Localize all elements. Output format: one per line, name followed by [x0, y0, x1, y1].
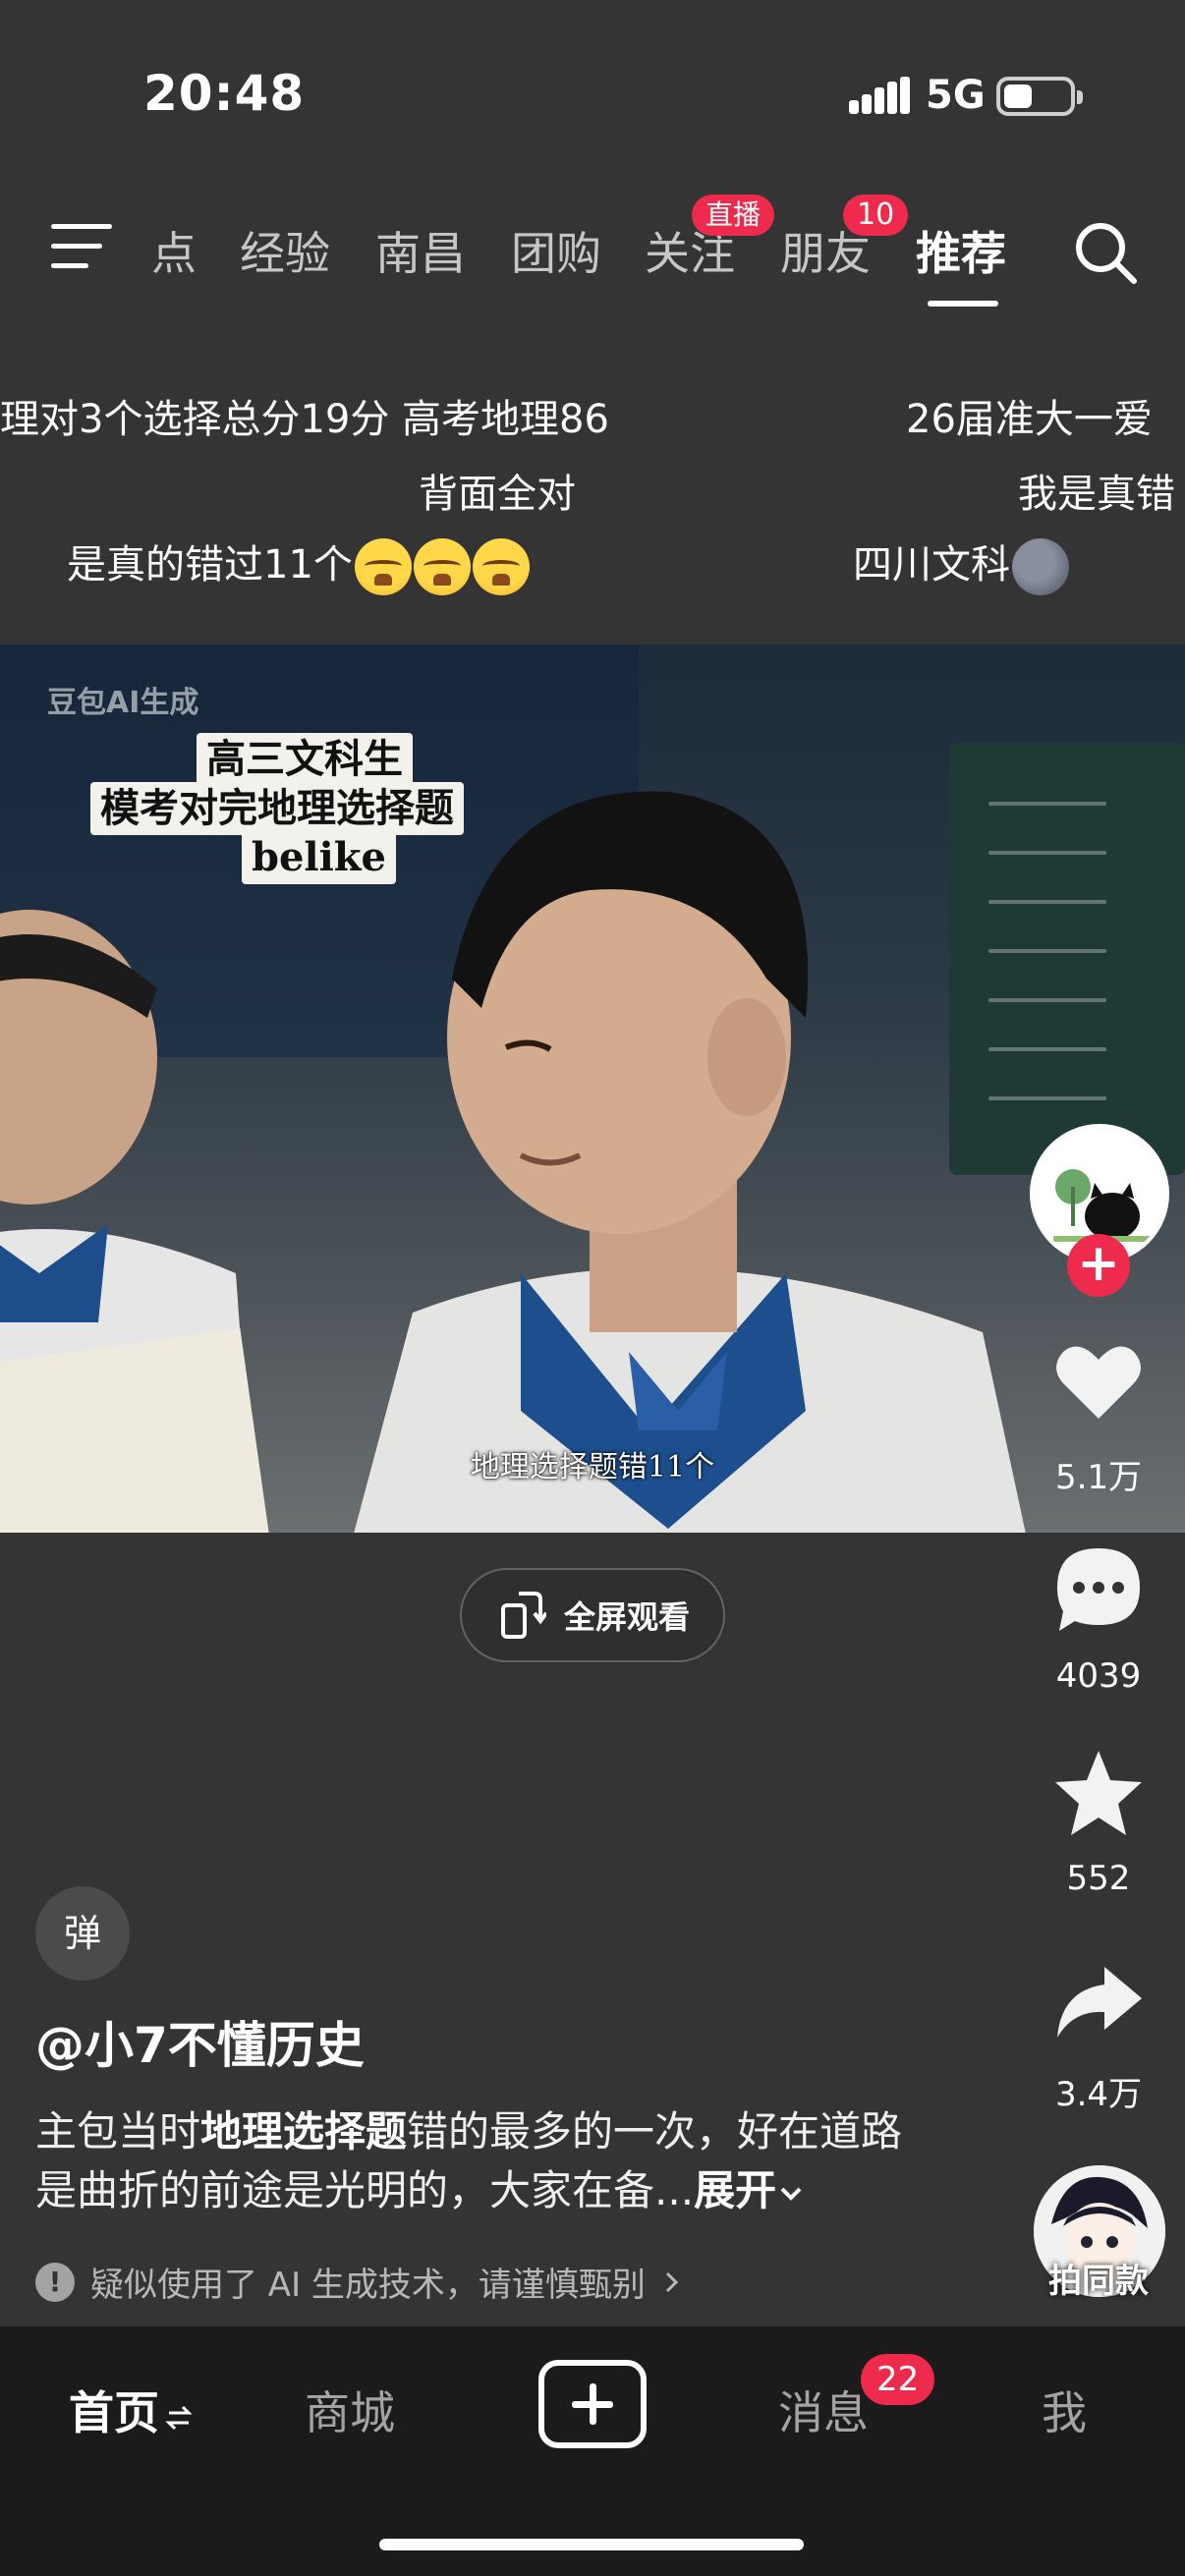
like-count: 5.1万	[1054, 1458, 1143, 1497]
comment-line-emoji: 四川文科	[853, 532, 1069, 595]
tab-experience[interactable]: 经验	[240, 218, 330, 283]
menu-icon[interactable]	[51, 224, 112, 271]
ai-watermark: 豆包AI生成	[47, 686, 199, 720]
same-style-label[interactable]: 拍同款	[1000, 2254, 1185, 2302]
ai-notice-text: 疑似使用了 AI 生成技术，请谨慎甄别	[90, 2266, 646, 2305]
favorite-count: 552	[1066, 1859, 1131, 1898]
messages-badge: 22	[861, 2354, 935, 2405]
follow-button[interactable]: +	[1067, 1234, 1130, 1297]
video-caption-line: belike	[242, 831, 396, 884]
network-label: 5G	[926, 73, 986, 118]
share-count: 3.4万	[1054, 2075, 1143, 2114]
video-caption-line: 模考对完地理选择题	[90, 782, 464, 835]
post-description[interactable]: 主包当时地理选择题错的最多的一次，好在道路是曲折的前途是光明的，大家在备...展…	[35, 2102, 939, 2220]
like-icon[interactable]	[1049, 1332, 1148, 1430]
favorite-star-icon[interactable]	[1049, 1745, 1148, 1843]
comment-count: 4039	[1055, 1656, 1142, 1696]
nav-mall[interactable]: 商城	[305, 2378, 395, 2442]
fullscreen-label: 全屏观看	[563, 1598, 690, 1636]
chevron-right-icon	[665, 2271, 679, 2292]
nav-home[interactable]: 首页	[69, 2378, 193, 2442]
expand-label: 展开	[694, 2166, 777, 2214]
tab-nanchang[interactable]: 南昌	[375, 218, 466, 283]
nav-messages[interactable]: 消息	[778, 2378, 869, 2442]
comment-text: 理对3个选择总分19分 高考地理86	[0, 397, 609, 442]
comment-text: 四川文科	[853, 542, 1010, 588]
tab-recommend[interactable]: 推荐	[916, 218, 1006, 283]
signal-icon	[849, 77, 910, 114]
warning-icon: !	[35, 2262, 75, 2302]
ai-notice[interactable]: ! 疑似使用了 AI 生成技术，请谨慎甄别	[35, 2258, 683, 2306]
active-tab-indicator	[928, 301, 998, 307]
status-time: 20:48	[143, 65, 306, 122]
moon-emoji-icon	[1012, 538, 1069, 595]
comment-text: 我是真错	[1018, 472, 1175, 517]
desc-text: 主包当时	[35, 2107, 201, 2156]
crying-emoji-icon	[413, 538, 471, 595]
desc-keyword[interactable]: 地理选择题	[200, 2107, 407, 2156]
danmaku-toggle-button[interactable]: 弹	[35, 1886, 130, 1981]
tab-group-buy[interactable]: 团购	[511, 218, 601, 283]
comment-text: 是真的错过11个	[67, 542, 353, 588]
tab-dian[interactable]: 点	[151, 218, 197, 283]
rotate-screen-icon	[500, 1592, 546, 1639]
battery-icon	[996, 77, 1083, 116]
share-icon[interactable]	[1049, 1955, 1148, 2053]
nav-me[interactable]: 我	[1042, 2378, 1087, 2442]
comment-line-emoji: 是真的错过11个	[67, 532, 530, 595]
crying-emoji-icon	[472, 538, 530, 595]
crying-emoji-icon	[354, 538, 412, 595]
expand-button[interactable]: 展开	[694, 2166, 806, 2214]
comment-text: 26届准大一爱	[906, 397, 1153, 442]
comment-text: 背面全对	[419, 472, 576, 517]
friends-badge: 10	[843, 195, 909, 236]
home-indicator[interactable]	[379, 2539, 804, 2550]
fullscreen-button[interactable]: 全屏观看	[460, 1568, 725, 1662]
video-player[interactable]: 豆包AI生成 高三文科生 模考对完地理选择题 belike 地理选择题错11个	[0, 644, 1185, 1533]
author-name[interactable]: @小7不懂历史	[35, 2006, 365, 2077]
live-badge: 直播	[692, 195, 775, 236]
student-main-figure	[354, 791, 1026, 1533]
nav-home-label: 首页	[69, 2386, 159, 2439]
comment-icon[interactable]	[1049, 1540, 1148, 1639]
student-left-figure	[0, 910, 270, 1533]
search-icon[interactable]	[1071, 218, 1140, 287]
create-post-button[interactable]	[538, 2360, 647, 2448]
chevron-down-icon	[780, 2187, 802, 2201]
video-caption-line: 高三文科生	[197, 733, 413, 786]
switch-arrows-icon	[165, 2405, 193, 2430]
